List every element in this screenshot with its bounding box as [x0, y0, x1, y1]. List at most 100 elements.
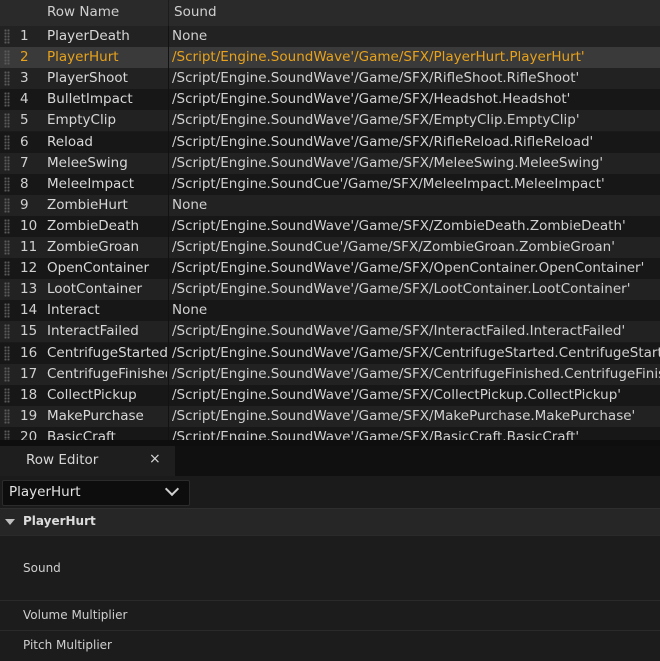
table-row[interactable]: 14 Interact None [0, 300, 660, 322]
drag-handle-icon[interactable] [4, 345, 10, 361]
row-number: 4 [20, 91, 29, 108]
table-row[interactable]: 8 MeleeImpact/Script/Engine.SoundCue'/Gam… [0, 173, 660, 195]
drag-handle-icon[interactable] [4, 408, 10, 424]
table-row[interactable]: 20 BasicCraft/Script/Engine.SoundWave'/Ga… [0, 426, 660, 440]
property-label: Volume Multiplier [23, 608, 128, 622]
table-row[interactable]: 19 MakePurchase/Script/Engine.SoundWave'/… [0, 405, 660, 427]
drag-handle-icon[interactable] [4, 92, 10, 108]
table-row[interactable]: 3 PlayerShoot/Script/Engine.SoundWave'/Ga… [0, 68, 660, 90]
table-row[interactable]: 10 ZombieDeath/Script/Engine.SoundWave'/G… [0, 215, 660, 237]
sound-cell: /Script/Engine.SoundWave'/Game/SFX/Playe… [172, 49, 585, 66]
table-row[interactable]: 11 ZombieGroan/Script/Engine.SoundCue'/Ga… [0, 237, 660, 258]
row-name-dropdown[interactable]: PlayerHurt [2, 480, 190, 506]
table-row[interactable]: 12 OpenContainer/Script/Engine.SoundWave'… [0, 258, 660, 280]
row-name-cell: MeleeSwing [47, 154, 128, 171]
drag-handle-icon[interactable] [4, 303, 10, 319]
row-name-cell: CentrifugeFinished [47, 365, 167, 382]
column-separator [168, 26, 169, 440]
column-header-sound[interactable]: Sound [174, 0, 217, 26]
row-name-cell: Reload [47, 133, 93, 150]
row-number: 8 [20, 175, 29, 192]
table-row[interactable]: 4 BulletImpact/Script/Engine.SoundWave'/G… [0, 89, 660, 111]
table-row[interactable]: 17 CentrifugeFinished/Script/Engine.Sound… [0, 363, 660, 385]
drag-handle-icon[interactable] [4, 429, 10, 440]
column-header-row-name[interactable]: Row Name [47, 0, 119, 26]
table-row[interactable]: 2 PlayerHurt/Script/Engine.SoundWave'/Gam… [0, 47, 660, 69]
row-number: 16 [20, 344, 38, 361]
drag-handle-icon[interactable] [4, 176, 10, 192]
row-number: 2 [20, 49, 29, 66]
table-row[interactable]: 16 CentrifugeStarted/Script/Engine.SoundW… [0, 342, 660, 364]
property-row-pitch-multiplier: Pitch Multiplier [0, 630, 660, 661]
row-name-cell: MeleeImpact [47, 175, 135, 192]
drag-handle-icon[interactable] [4, 387, 10, 403]
table-row[interactable]: 15 InteractFailed/Script/Engine.SoundWave… [0, 321, 660, 343]
row-name-cell: Interact [47, 302, 100, 319]
section-header[interactable]: PlayerHurt [0, 508, 660, 535]
table-header: Row Name Sound [0, 0, 660, 27]
chevron-down-icon [164, 481, 180, 497]
row-name-cell: CollectPickup [47, 386, 137, 403]
row-number: 12 [20, 260, 38, 277]
table-row[interactable]: 6 Reload/Script/Engine.SoundWave'/Game/SF… [0, 131, 660, 153]
table-row[interactable]: 1 PlayerDeath None [0, 26, 660, 47]
row-editor-panel: PlayerHurt PlayerHurt Sound Volume Multi… [0, 476, 660, 661]
sound-cell: /Script/Engine.SoundWave'/Game/SFX/MakeP… [172, 407, 636, 424]
row-name-cell: PlayerDeath [47, 28, 130, 44]
sound-cell: /Script/Engine.SoundWave'/Game/SFX/Rifle… [172, 133, 594, 150]
row-number: 1 [20, 28, 29, 44]
drag-handle-icon[interactable] [4, 282, 10, 298]
sound-cell: /Script/Engine.SoundWave'/Game/SFX/OpenC… [172, 260, 645, 277]
sound-cell: /Script/Engine.SoundWave'/Game/SFX/Basic… [172, 428, 580, 440]
drag-handle-icon[interactable] [4, 113, 10, 129]
table-row[interactable]: 18 CollectPickup/Script/Engine.SoundWave'… [0, 384, 660, 406]
row-number: 20 [20, 428, 38, 440]
row-number: 18 [20, 386, 38, 403]
row-name-cell: ZombieHurt [47, 196, 128, 213]
drag-handle-icon[interactable] [4, 29, 10, 44]
drag-handle-icon[interactable] [4, 134, 10, 150]
sound-cell: /Script/Engine.SoundWave'/Game/SFX/Colle… [172, 386, 622, 403]
drag-handle-icon[interactable] [4, 71, 10, 87]
row-number: 5 [20, 112, 29, 129]
dropdown-value: PlayerHurt [9, 484, 81, 500]
property-label: Sound [23, 561, 61, 575]
drag-handle-icon[interactable] [4, 261, 10, 277]
data-table: Row Name Sound 1 PlayerDeath None 2 PlayerHu… [0, 0, 660, 440]
row-number: 19 [20, 407, 38, 424]
row-name-cell: PlayerHurt [47, 49, 119, 66]
sound-cell: /Script/Engine.SoundWave'/Game/SFX/Empty… [172, 112, 580, 129]
drag-handle-icon[interactable] [4, 50, 10, 66]
row-name-cell: LootContainer [47, 281, 143, 298]
row-name-cell: MakePurchase [47, 407, 144, 424]
column-divider[interactable] [168, 0, 169, 26]
row-name-cell: CentrifugeStarted [47, 344, 167, 361]
close-icon[interactable]: × [149, 451, 161, 467]
row-number: 14 [20, 302, 38, 319]
expand-triangle-icon[interactable] [5, 519, 15, 525]
drag-handle-icon[interactable] [4, 240, 10, 255]
row-number: 10 [20, 217, 38, 234]
table-row[interactable]: 9 ZombieHurt None [0, 194, 660, 216]
table-row[interactable]: 5 EmptyClip/Script/Engine.SoundWave'/Game… [0, 110, 660, 132]
drag-handle-icon[interactable] [4, 155, 10, 171]
sound-cell: None [172, 196, 208, 213]
table-row[interactable]: 7 MeleeSwing/Script/Engine.SoundWave'/Gam… [0, 152, 660, 174]
row-name-cell: PlayerShoot [47, 70, 128, 87]
tab-row-editor[interactable]: Row Editor × [0, 446, 175, 476]
drag-handle-icon[interactable] [4, 324, 10, 340]
row-name-cell: ZombieGroan [47, 239, 140, 255]
table-row[interactable]: 13 LootContainer/Script/Engine.SoundWave'… [0, 279, 660, 301]
property-label: Pitch Multiplier [23, 638, 112, 652]
row-number: 7 [20, 154, 29, 171]
row-number: 3 [20, 70, 29, 87]
row-number: 6 [20, 133, 29, 150]
tab-label: Row Editor [26, 452, 99, 468]
sound-cell: /Script/Engine.SoundWave'/Game/SFX/Centr… [172, 344, 660, 361]
sound-cell: /Script/Engine.SoundWave'/Game/SFX/Centr… [172, 365, 660, 382]
section-title: PlayerHurt [23, 514, 96, 528]
row-number: 13 [20, 281, 38, 298]
drag-handle-icon[interactable] [4, 197, 10, 213]
drag-handle-icon[interactable] [4, 218, 10, 234]
drag-handle-icon[interactable] [4, 366, 10, 382]
